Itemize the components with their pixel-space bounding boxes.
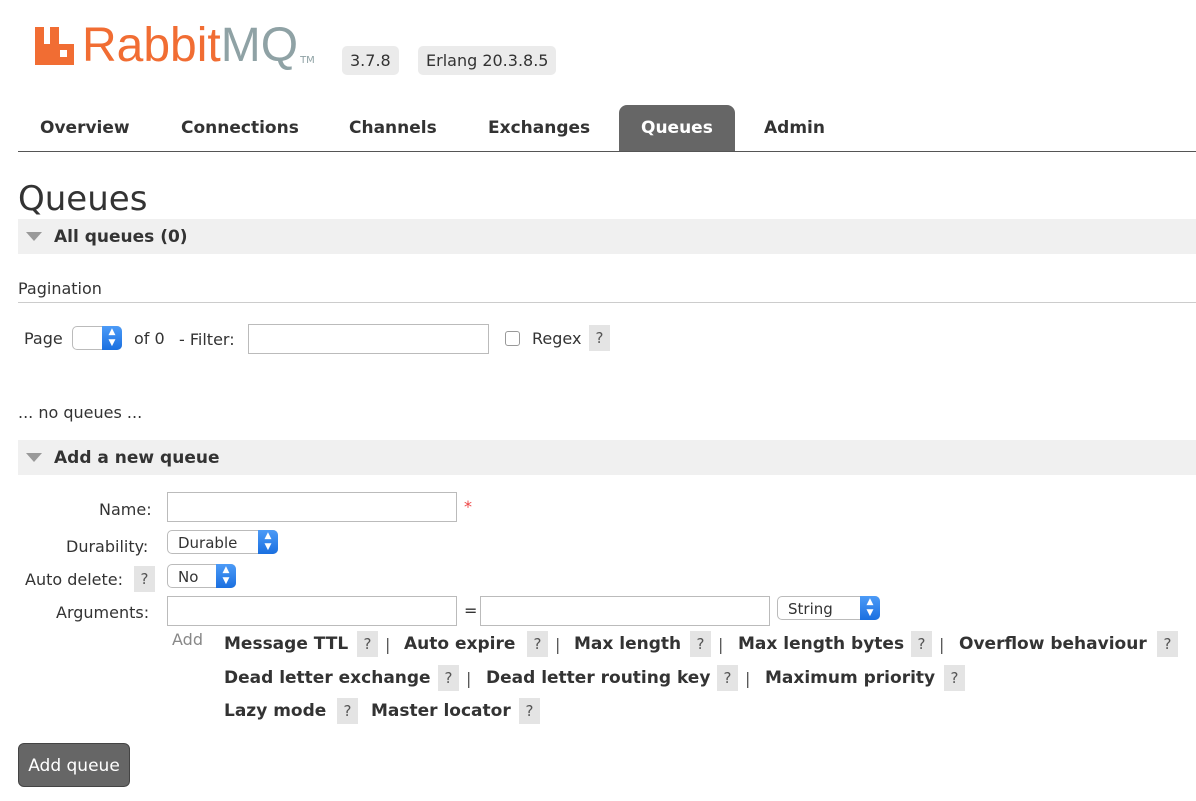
separator: |: [385, 635, 391, 654]
all-queues-section-toggle[interactable]: All queues (0): [18, 219, 1196, 254]
regex-help-button[interactable]: ?: [589, 325, 610, 351]
max-length-bytes-help-button[interactable]: ?: [911, 631, 932, 657]
arg-link-dead-letter-routing-key[interactable]: Dead letter routing key: [486, 668, 710, 688]
argument-equals-sign: =: [464, 601, 478, 620]
arg-link-lazy-mode[interactable]: Lazy mode: [224, 701, 326, 721]
auto-expire-help-button[interactable]: ?: [527, 631, 548, 657]
separator: |: [718, 635, 724, 654]
name-label: Name:: [99, 500, 152, 519]
page-title: Queues: [18, 179, 148, 219]
add-queue-button[interactable]: Add queue: [18, 743, 130, 787]
rabbitmq-logo: Rabbit MQ TM: [32, 20, 315, 72]
arguments-label: Arguments:: [56, 603, 150, 622]
separator: |: [555, 635, 561, 654]
arg-link-overflow-behaviour[interactable]: Overflow behaviour: [959, 634, 1147, 654]
select-arrows-icon: ▲ ▼: [860, 596, 880, 620]
separator: |: [939, 635, 945, 654]
tab-overview[interactable]: Overview: [18, 105, 152, 151]
overflow-behaviour-help-button[interactable]: ?: [1157, 631, 1178, 657]
separator: |: [466, 669, 472, 688]
message-ttl-help-button[interactable]: ?: [357, 631, 378, 657]
collapse-triangle-icon: [26, 232, 42, 241]
separator: |: [745, 669, 751, 688]
arg-link-message-ttl[interactable]: Message TTL: [224, 634, 348, 654]
durability-select[interactable]: Durable ▲ ▼: [167, 530, 278, 554]
tab-queues[interactable]: Queues: [619, 105, 735, 151]
pagination-divider: [18, 302, 1196, 303]
filter-input[interactable]: [248, 324, 489, 354]
filter-label: - Filter:: [179, 330, 235, 349]
auto-delete-help-button[interactable]: ?: [134, 566, 155, 592]
lazy-mode-help-button[interactable]: ?: [337, 698, 358, 724]
main-nav: Overview Connections Channels Exchanges …: [18, 105, 1196, 152]
dead-letter-routing-key-help-button[interactable]: ?: [717, 665, 738, 691]
select-arrows-icon: ▲ ▼: [102, 326, 122, 350]
durability-label: Durability:: [66, 537, 149, 556]
arg-link-dead-letter-exchange[interactable]: Dead letter exchange: [224, 668, 431, 688]
auto-delete-select[interactable]: No ▲ ▼: [167, 564, 236, 588]
argument-type-select-value: String: [788, 600, 833, 618]
dead-letter-exchange-help-button[interactable]: ?: [438, 665, 459, 691]
tab-exchanges[interactable]: Exchanges: [466, 105, 612, 151]
page-count-label: of 0: [134, 329, 165, 348]
erlang-version-badge: Erlang 20.3.8.5: [418, 46, 557, 75]
select-arrows-icon: ▲ ▼: [258, 530, 278, 554]
maximum-priority-help-button[interactable]: ?: [944, 665, 965, 691]
logo-text-rabbit: Rabbit: [82, 19, 221, 72]
rabbitmq-logo-icon: [35, 27, 74, 65]
page-select[interactable]: ▲ ▼: [72, 326, 122, 350]
tab-channels[interactable]: Channels: [327, 105, 459, 151]
collapse-triangle-icon: [26, 453, 42, 462]
argument-key-input[interactable]: [167, 596, 457, 626]
argument-type-select[interactable]: String ▲ ▼: [777, 596, 880, 620]
tab-admin[interactable]: Admin: [742, 105, 847, 151]
required-asterisk: *: [464, 497, 472, 516]
max-length-help-button[interactable]: ?: [690, 631, 711, 657]
regex-checkbox[interactable]: [505, 331, 520, 346]
add-arguments-label: Add: [172, 630, 203, 649]
master-locator-help-button[interactable]: ?: [519, 698, 540, 724]
auto-delete-select-value: No: [178, 568, 199, 586]
logo-text-mq: MQ: [220, 19, 299, 72]
all-queues-title: All queues (0): [54, 226, 188, 247]
pagination-heading: Pagination: [18, 279, 102, 298]
version-badge: 3.7.8: [342, 46, 399, 75]
arg-link-maximum-priority[interactable]: Maximum priority: [765, 668, 935, 688]
arg-link-max-length-bytes[interactable]: Max length bytes: [738, 634, 904, 654]
arg-link-auto-expire[interactable]: Auto expire: [404, 634, 515, 654]
arg-link-max-length[interactable]: Max length: [574, 634, 681, 654]
auto-delete-label: Auto delete:: [25, 570, 124, 589]
arg-link-master-locator[interactable]: Master locator: [371, 701, 511, 721]
page-label: Page: [24, 329, 63, 348]
select-arrows-icon: ▲ ▼: [216, 564, 236, 588]
durability-select-value: Durable: [178, 534, 238, 552]
regex-label: Regex: [532, 329, 582, 348]
argument-value-input[interactable]: [480, 596, 770, 626]
tab-connections[interactable]: Connections: [159, 105, 321, 151]
queue-name-input[interactable]: [167, 492, 457, 522]
add-queue-section-toggle[interactable]: Add a new queue: [18, 440, 1196, 475]
no-queues-message: ... no queues ...: [18, 403, 143, 422]
add-queue-title: Add a new queue: [54, 447, 220, 468]
logo-trademark: TM: [300, 55, 315, 66]
